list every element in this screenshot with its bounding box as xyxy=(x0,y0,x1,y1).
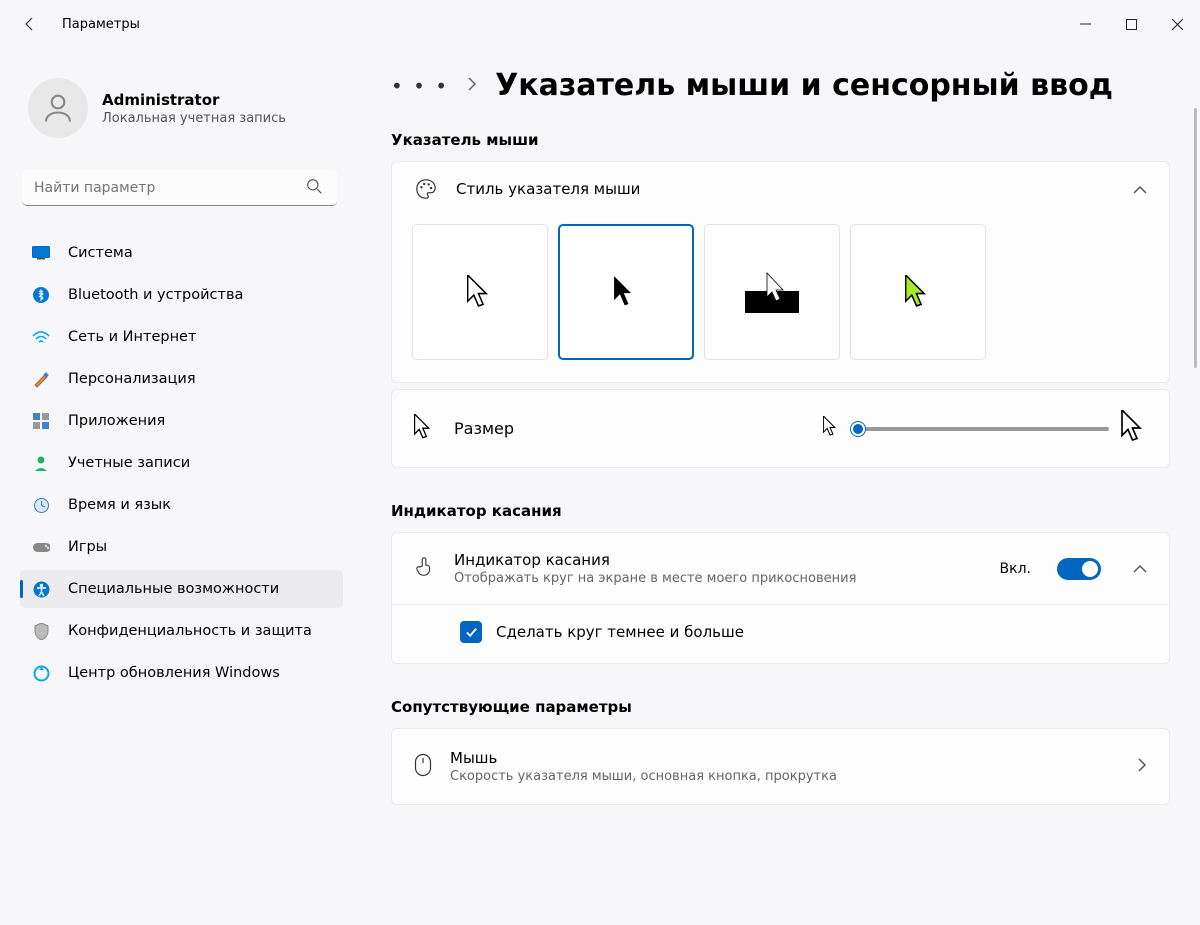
touch-indicator-title: Индикатор касания xyxy=(454,551,982,569)
monitor-icon xyxy=(32,244,50,262)
pointer-size-slider[interactable] xyxy=(851,427,1109,431)
pointer-style-card: Стиль указателя мыши xyxy=(391,161,1170,383)
nav-label: Учетные записи xyxy=(68,455,190,471)
wifi-icon xyxy=(32,328,50,346)
pointer-style-custom[interactable] xyxy=(850,224,986,360)
pointer-size-label: Размер xyxy=(454,419,514,438)
darker-circle-checkbox[interactable] xyxy=(460,621,482,643)
titlebar: Параметры xyxy=(0,0,1200,48)
user-name: Administrator xyxy=(102,91,286,109)
section-title-touch: Индикатор касания xyxy=(391,502,1170,520)
darker-circle-label: Сделать круг темнее и больше xyxy=(496,623,744,641)
related-mouse-card: Мышь Скорость указателя мыши, основная к… xyxy=(391,728,1170,805)
nav-label: Игры xyxy=(68,539,107,555)
sidebar-item-system[interactable]: Система xyxy=(20,234,343,272)
nav-label: Время и язык xyxy=(68,497,171,513)
sidebar-item-personalization[interactable]: Персонализация xyxy=(20,360,343,398)
maximize-button[interactable] xyxy=(1108,8,1154,40)
sidebar-item-gaming[interactable]: Игры xyxy=(20,528,343,566)
toggle-state-label: Вкл. xyxy=(1000,561,1031,577)
pointer-style-inverted[interactable] xyxy=(704,224,840,360)
page-title: Указатель мыши и сенсорный ввод xyxy=(495,68,1113,103)
search-input[interactable] xyxy=(22,170,337,206)
nav-label: Персонализация xyxy=(68,371,196,387)
search-icon xyxy=(306,178,323,199)
pointer-size-card: Размер xyxy=(391,389,1170,468)
minimize-button[interactable] xyxy=(1062,8,1108,40)
expand-toggle[interactable] xyxy=(1133,180,1147,199)
nav-label: Конфиденциальность и защита xyxy=(68,623,312,639)
palette-icon xyxy=(414,178,438,200)
sidebar-item-time[interactable]: Время и язык xyxy=(20,486,343,524)
back-button[interactable] xyxy=(10,4,50,44)
expand-toggle[interactable] xyxy=(1133,559,1147,578)
sidebar-item-bluetooth[interactable]: Bluetooth и устройства xyxy=(20,276,343,314)
touch-indicator-subtitle: Отображать круг на экране в месте моего … xyxy=(454,571,982,586)
pointer-style-black[interactable] xyxy=(558,224,694,360)
sidebar: Administrator Локальная учетная запись С… xyxy=(0,48,355,925)
related-mouse-link[interactable]: Мышь Скорость указателя мыши, основная к… xyxy=(392,729,1169,804)
update-icon xyxy=(32,664,50,682)
nav-list: Система Bluetooth и устройства Сеть и Ин… xyxy=(20,234,343,692)
gamepad-icon xyxy=(32,538,50,556)
bluetooth-icon xyxy=(32,286,50,304)
app-title: Параметры xyxy=(62,17,140,32)
touch-icon xyxy=(414,556,436,582)
cursor-small-icon xyxy=(414,414,434,444)
touch-indicator-card: Индикатор касания Отображать круг на экр… xyxy=(391,532,1170,664)
chevron-right-icon xyxy=(467,76,477,95)
sidebar-item-update[interactable]: Центр обновления Windows xyxy=(20,654,343,692)
brush-icon xyxy=(32,370,50,388)
user-block[interactable]: Administrator Локальная учетная запись xyxy=(20,68,343,152)
nav-label: Система xyxy=(68,245,133,261)
person-icon xyxy=(32,454,50,472)
sidebar-item-network[interactable]: Сеть и Интернет xyxy=(20,318,343,356)
apps-icon xyxy=(32,412,50,430)
accessibility-icon xyxy=(32,580,50,598)
close-button[interactable] xyxy=(1154,8,1200,40)
shield-icon xyxy=(32,622,50,640)
sidebar-item-accounts[interactable]: Учетные записи xyxy=(20,444,343,482)
section-title-related: Сопутствующие параметры xyxy=(391,698,1170,716)
section-title-pointer: Указатель мыши xyxy=(391,131,1170,149)
slider-thumb[interactable] xyxy=(851,422,865,436)
chevron-right-icon xyxy=(1137,757,1147,776)
nav-label: Приложения xyxy=(68,413,165,429)
scrollbar[interactable] xyxy=(1194,108,1197,368)
nav-label: Bluetooth и устройства xyxy=(68,287,243,303)
pointer-style-label: Стиль указателя мыши xyxy=(456,180,1115,198)
touch-indicator-toggle[interactable] xyxy=(1057,558,1101,580)
cursor-slider-min-icon xyxy=(823,416,839,441)
avatar xyxy=(28,78,88,138)
related-mouse-subtitle: Скорость указателя мыши, основная кнопка… xyxy=(450,769,837,784)
nav-label: Центр обновления Windows xyxy=(68,665,280,681)
sidebar-item-accessibility[interactable]: Специальные возможности xyxy=(20,570,343,608)
sidebar-item-privacy[interactable]: Конфиденциальность и защита xyxy=(20,612,343,650)
breadcrumb-overflow-button[interactable]: • • • xyxy=(391,74,449,98)
sidebar-item-apps[interactable]: Приложения xyxy=(20,402,343,440)
nav-label: Специальные возможности xyxy=(68,581,279,597)
main-content: • • • Указатель мыши и сенсорный ввод Ук… xyxy=(355,48,1200,925)
nav-label: Сеть и Интернет xyxy=(68,329,196,345)
pointer-style-white[interactable] xyxy=(412,224,548,360)
cursor-slider-max-icon xyxy=(1121,410,1147,447)
mouse-icon xyxy=(414,753,432,781)
clock-icon xyxy=(32,496,50,514)
related-mouse-title: Мышь xyxy=(450,749,837,767)
user-account-type: Локальная учетная запись xyxy=(102,111,286,126)
